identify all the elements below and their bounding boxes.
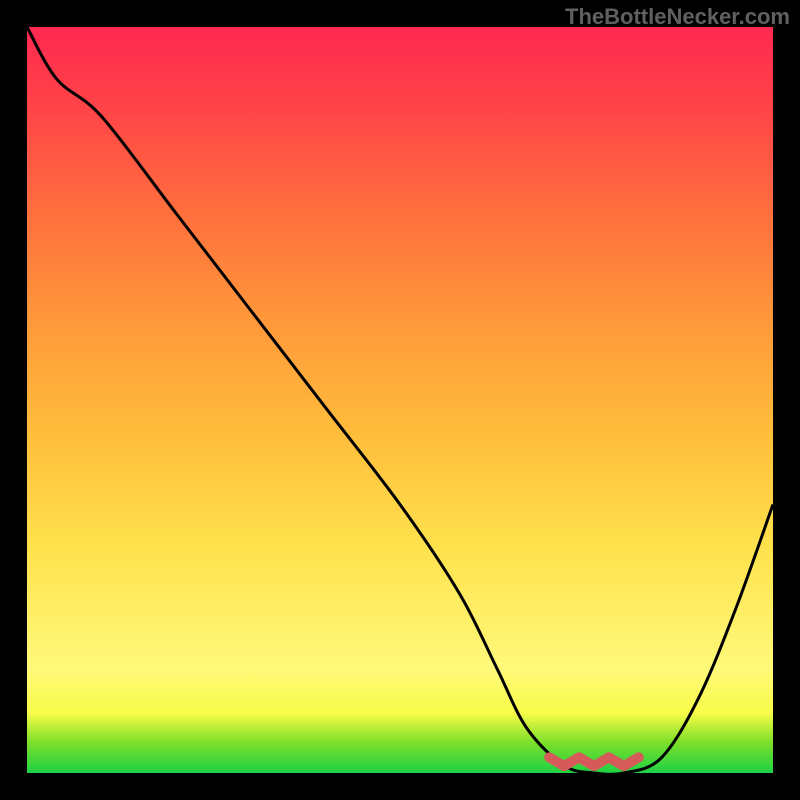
chart-container: TheBottleNecker.com	[0, 0, 800, 800]
chart-svg	[27, 27, 773, 773]
plot-area	[27, 27, 773, 773]
gradient-background	[27, 27, 773, 773]
